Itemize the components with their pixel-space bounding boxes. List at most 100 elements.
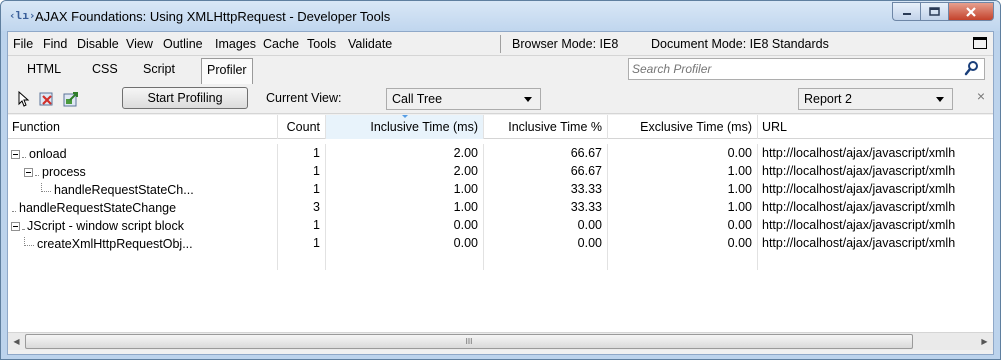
empty-row: [8, 252, 993, 270]
document-mode-menu[interactable]: Document Mode: IE8 Standards: [651, 37, 829, 51]
inclusive-ms-cell: 0.00: [326, 216, 484, 234]
inclusive-pct-cell: 0.00: [484, 234, 608, 252]
current-view-label: Current View:: [266, 91, 342, 105]
start-profiling-button[interactable]: Start Profiling: [122, 87, 248, 109]
tree-connector: [12, 204, 16, 212]
browser-mode-menu[interactable]: Browser Mode: IE8: [512, 37, 618, 51]
inclusive-pct-cell: 66.67: [484, 162, 608, 180]
table-row[interactable]: handleRequestStateCh... 1 1.00 33.33 1.0…: [8, 180, 993, 198]
tree-connector: [24, 236, 34, 246]
export-data-icon[interactable]: [63, 91, 79, 107]
close-report-button[interactable]: ×: [977, 88, 985, 104]
column-inclusive-ms-header[interactable]: Inclusive Time (ms): [326, 115, 484, 139]
horizontal-scrollbar[interactable]: ◀ III ▶: [8, 332, 993, 350]
table-row[interactable]: onload 1 2.00 66.67 0.00 http://localhos…: [8, 144, 993, 162]
inclusive-pct-cell: 0.00: [484, 216, 608, 234]
empty-cell: [484, 252, 608, 270]
collapse-node-icon[interactable]: [11, 221, 20, 231]
devtools-app-icon: ‹lı›: [9, 9, 36, 22]
empty-cell: [8, 252, 278, 270]
column-count-header[interactable]: Count: [278, 115, 326, 139]
empty-cell: [326, 252, 484, 270]
report-select[interactable]: Report 2: [798, 88, 953, 110]
menu-bar: File Find Disable View Outline Images Ca…: [8, 32, 993, 56]
tab-script[interactable]: Script: [143, 62, 175, 76]
menu-separator: [500, 35, 501, 53]
select-element-cursor-icon[interactable]: [16, 91, 32, 107]
function-name: handleRequestStateCh...: [54, 183, 194, 197]
menu-file[interactable]: File: [13, 37, 33, 51]
devtools-window: ‹lı› AJAX Foundations: Using XMLHttpRequ…: [0, 0, 1001, 360]
grid-header: Function Count Inclusive Time (ms) Inclu…: [8, 115, 993, 139]
inclusive-ms-cell: 1.00: [326, 180, 484, 198]
current-view-value: Call Tree: [392, 92, 443, 106]
column-function-header[interactable]: Function: [8, 115, 278, 139]
inclusive-pct-cell: 33.33: [484, 180, 608, 198]
tree-connector: [22, 150, 26, 158]
menu-find[interactable]: Find: [43, 37, 67, 51]
minimize-icon: [902, 12, 911, 15]
table-row[interactable]: handleRequestStateChange 3 1.00 33.33 1.…: [8, 198, 993, 216]
exclusive-ms-cell: 1.00: [608, 162, 758, 180]
inclusive-ms-cell: 2.00: [326, 162, 484, 180]
table-row[interactable]: JScript - window script block 1 0.00 0.0…: [8, 216, 993, 234]
tab-css[interactable]: CSS: [92, 62, 118, 76]
menu-images[interactable]: Images: [215, 37, 256, 51]
tab-profiler[interactable]: Profiler: [201, 58, 253, 84]
window-title: AJAX Foundations: Using XMLHttpRequest -…: [35, 9, 391, 24]
inclusive-pct-cell: 66.67: [484, 144, 608, 162]
tab-bar: HTML CSS Script Profiler: [8, 56, 993, 84]
column-url-header[interactable]: URL: [758, 115, 993, 139]
url-cell: http://localhost/ajax/javascript/xmlh: [762, 146, 956, 160]
menu-view[interactable]: View: [126, 37, 153, 51]
function-cell: createXmlHttpRequestObj...: [8, 234, 278, 252]
unpin-restore-icon[interactable]: [973, 37, 987, 49]
scrollbar-thumb[interactable]: III: [25, 334, 913, 349]
table-row[interactable]: process 1 2.00 66.67 1.00 http://localho…: [8, 162, 993, 180]
url-cell: http://localhost/ajax/javascript/xmlh: [762, 236, 956, 250]
clear-results-icon[interactable]: [39, 91, 55, 107]
table-row[interactable]: createXmlHttpRequestObj... 1 0.00 0.00 0…: [8, 234, 993, 252]
collapse-node-icon[interactable]: [11, 149, 20, 159]
column-inclusive-ms-label: Inclusive Time (ms): [370, 120, 478, 134]
function-name: JScript - window script block: [27, 219, 184, 233]
tree-connector: [35, 168, 39, 176]
minimize-button[interactable]: [892, 2, 920, 21]
title-bar[interactable]: ‹lı› AJAX Foundations: Using XMLHttpRequ…: [1, 1, 1000, 31]
search-profiler-input[interactable]: [632, 61, 952, 77]
count-cell: 1: [278, 180, 326, 198]
exclusive-ms-cell: 0.00: [608, 144, 758, 162]
report-value: Report 2: [804, 92, 852, 106]
maximize-button[interactable]: [920, 2, 948, 21]
tab-html[interactable]: HTML: [27, 62, 61, 76]
count-cell: 1: [278, 144, 326, 162]
collapse-node-icon[interactable]: [24, 167, 33, 177]
menu-tools[interactable]: Tools: [307, 37, 336, 51]
column-exclusive-ms-header[interactable]: Exclusive Time (ms): [608, 115, 758, 139]
function-name: process: [42, 165, 86, 179]
tree-connector: [41, 182, 51, 192]
menu-outline[interactable]: Outline: [163, 37, 203, 51]
url-cell: http://localhost/ajax/javascript/xmlh: [762, 164, 956, 178]
inclusive-ms-cell: 1.00: [326, 198, 484, 216]
menu-validate[interactable]: Validate: [348, 37, 392, 51]
scroll-right-icon[interactable]: ▶: [976, 333, 993, 350]
exclusive-ms-cell: 0.00: [608, 234, 758, 252]
close-window-button[interactable]: [948, 2, 994, 21]
url-cell: http://localhost/ajax/javascript/xmlh: [762, 218, 956, 232]
chevron-down-icon: [524, 97, 532, 102]
empty-cell: [608, 252, 758, 270]
current-view-select[interactable]: Call Tree: [386, 88, 541, 110]
exclusive-ms-cell: 1.00: [608, 198, 758, 216]
function-cell: process: [8, 162, 278, 180]
url-cell: http://localhost/ajax/javascript/xmlh: [762, 182, 956, 196]
column-inclusive-pct-header[interactable]: Inclusive Time %: [484, 115, 608, 139]
profiler-toolbar: Start Profiling Current View: Call Tree …: [8, 84, 993, 114]
profiler-results-grid: Function Count Inclusive Time (ms) Inclu…: [8, 115, 993, 332]
search-icon[interactable]: [964, 60, 980, 76]
exclusive-ms-cell: 1.00: [608, 180, 758, 198]
menu-disable[interactable]: Disable: [77, 37, 119, 51]
scroll-left-icon[interactable]: ◀: [8, 333, 25, 350]
menu-cache[interactable]: Cache: [263, 37, 299, 51]
url-cell: http://localhost/ajax/javascript/xmlh: [762, 200, 956, 214]
